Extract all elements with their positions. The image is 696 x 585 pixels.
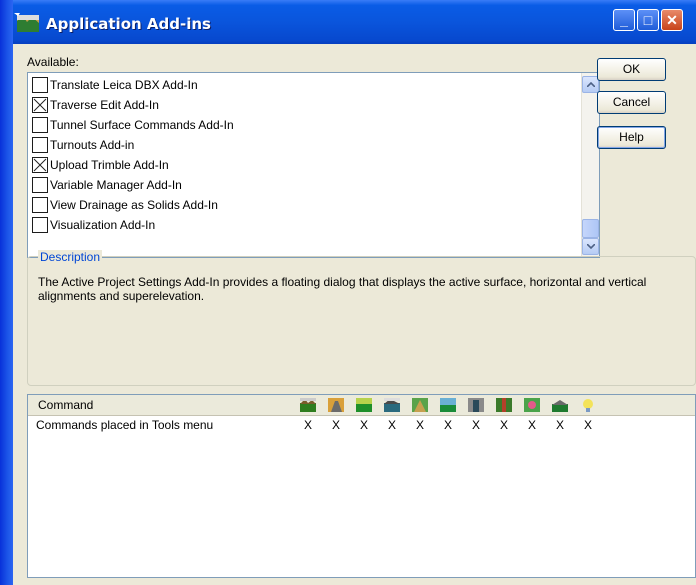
- description-legend: Description: [38, 250, 103, 264]
- surface-icon[interactable]: [356, 398, 372, 412]
- addin-checkbox[interactable]: [32, 77, 48, 93]
- command-cell-mark[interactable]: X: [552, 418, 568, 432]
- command-cell-mark[interactable]: X: [580, 418, 596, 432]
- window-left-border: [0, 0, 13, 585]
- addin-label: Turnouts Add-in: [50, 138, 135, 152]
- ok-button[interactable]: OK: [597, 58, 666, 81]
- command-table[interactable]: Command Commands placed in Tools menu X …: [27, 394, 696, 578]
- cancel-button[interactable]: Cancel: [597, 91, 666, 114]
- maximize-button[interactable]: □: [637, 9, 659, 31]
- dialog-content: Available: Translate Leica DBX Add-In Tr…: [13, 44, 696, 585]
- minimize-icon: _: [620, 12, 628, 28]
- command-cell-mark[interactable]: X: [328, 418, 344, 432]
- scroll-thumb[interactable]: [582, 219, 599, 238]
- addin-label: Traverse Edit Add-In: [50, 98, 159, 112]
- list-item[interactable]: Traverse Edit Add-In: [32, 95, 159, 115]
- command-cell-mark[interactable]: X: [412, 418, 428, 432]
- list-item[interactable]: Visualization Add-In: [32, 215, 155, 235]
- list-item[interactable]: Tunnel Surface Commands Add-In: [32, 115, 234, 135]
- chevron-up-icon: [587, 82, 595, 87]
- terrain-icon[interactable]: [300, 398, 316, 412]
- list-item[interactable]: Upload Trimble Add-In: [32, 155, 169, 175]
- title-bar[interactable]: Application Add-ins _ □ ✕: [0, 0, 696, 44]
- addin-label: Tunnel Surface Commands Add-In: [50, 118, 234, 132]
- maximize-icon: □: [643, 12, 653, 28]
- addin-checkbox[interactable]: [32, 97, 48, 113]
- available-label: Available:: [27, 55, 79, 69]
- addin-checkbox[interactable]: [32, 177, 48, 193]
- command-row-label: Commands placed in Tools menu: [36, 418, 214, 432]
- command-column-header[interactable]: Command: [38, 398, 93, 412]
- plan-icon[interactable]: [552, 398, 568, 412]
- addin-checkbox[interactable]: [32, 197, 48, 213]
- description-text: The Active Project Settings Add-In provi…: [38, 275, 647, 303]
- command-cell-mark[interactable]: X: [440, 418, 456, 432]
- close-button[interactable]: ✕: [661, 9, 683, 31]
- addin-label: View Drainage as Solids Add-In: [50, 198, 218, 212]
- addin-checkbox[interactable]: [32, 217, 48, 233]
- list-item[interactable]: View Drainage as Solids Add-In: [32, 195, 218, 215]
- command-cell-mark[interactable]: X: [524, 418, 540, 432]
- window-title: Application Add-ins: [46, 15, 211, 33]
- command-cell-mark[interactable]: X: [468, 418, 484, 432]
- lightbulb-icon[interactable]: [580, 398, 596, 412]
- command-cell-mark[interactable]: X: [356, 418, 372, 432]
- survey-icon[interactable]: [524, 398, 540, 412]
- list-item[interactable]: Translate Leica DBX Add-In: [32, 75, 198, 95]
- addins-list[interactable]: Translate Leica DBX Add-In Traverse Edit…: [27, 72, 600, 258]
- check-x-icon: [33, 98, 47, 112]
- road-icon[interactable]: [328, 398, 344, 412]
- app-icon: [14, 13, 39, 32]
- site-icon[interactable]: [440, 398, 456, 412]
- close-icon: ✕: [666, 12, 678, 28]
- corridor-icon[interactable]: [412, 398, 428, 412]
- addin-checkbox[interactable]: [32, 117, 48, 133]
- command-table-header: Command: [28, 395, 695, 416]
- minimize-button[interactable]: _: [613, 9, 635, 31]
- description-group: Description The Active Project Settings …: [27, 250, 696, 386]
- drainage-icon[interactable]: [468, 398, 484, 412]
- addin-label: Translate Leica DBX Add-In: [50, 78, 198, 92]
- application-addins-dialog: Application Add-ins _ □ ✕ Available: Tra…: [0, 0, 696, 585]
- chevron-down-icon: [587, 244, 595, 249]
- addin-checkbox[interactable]: [32, 157, 48, 173]
- list-item[interactable]: Variable Manager Add-In: [32, 175, 182, 195]
- addin-label: Upload Trimble Add-In: [50, 158, 169, 172]
- scroll-down-button[interactable]: [582, 238, 599, 255]
- geometry-icon[interactable]: [384, 398, 400, 412]
- cross-section-icon[interactable]: [496, 398, 512, 412]
- addin-label: Variable Manager Add-In: [50, 178, 182, 192]
- addin-checkbox[interactable]: [32, 137, 48, 153]
- command-cell-mark[interactable]: X: [384, 418, 400, 432]
- help-button[interactable]: Help: [597, 126, 666, 149]
- command-cell-mark[interactable]: X: [496, 418, 512, 432]
- addin-label: Visualization Add-In: [50, 218, 156, 232]
- list-item[interactable]: Turnouts Add-in: [32, 135, 134, 155]
- command-cell-mark[interactable]: X: [300, 418, 316, 432]
- check-x-icon: [33, 158, 47, 172]
